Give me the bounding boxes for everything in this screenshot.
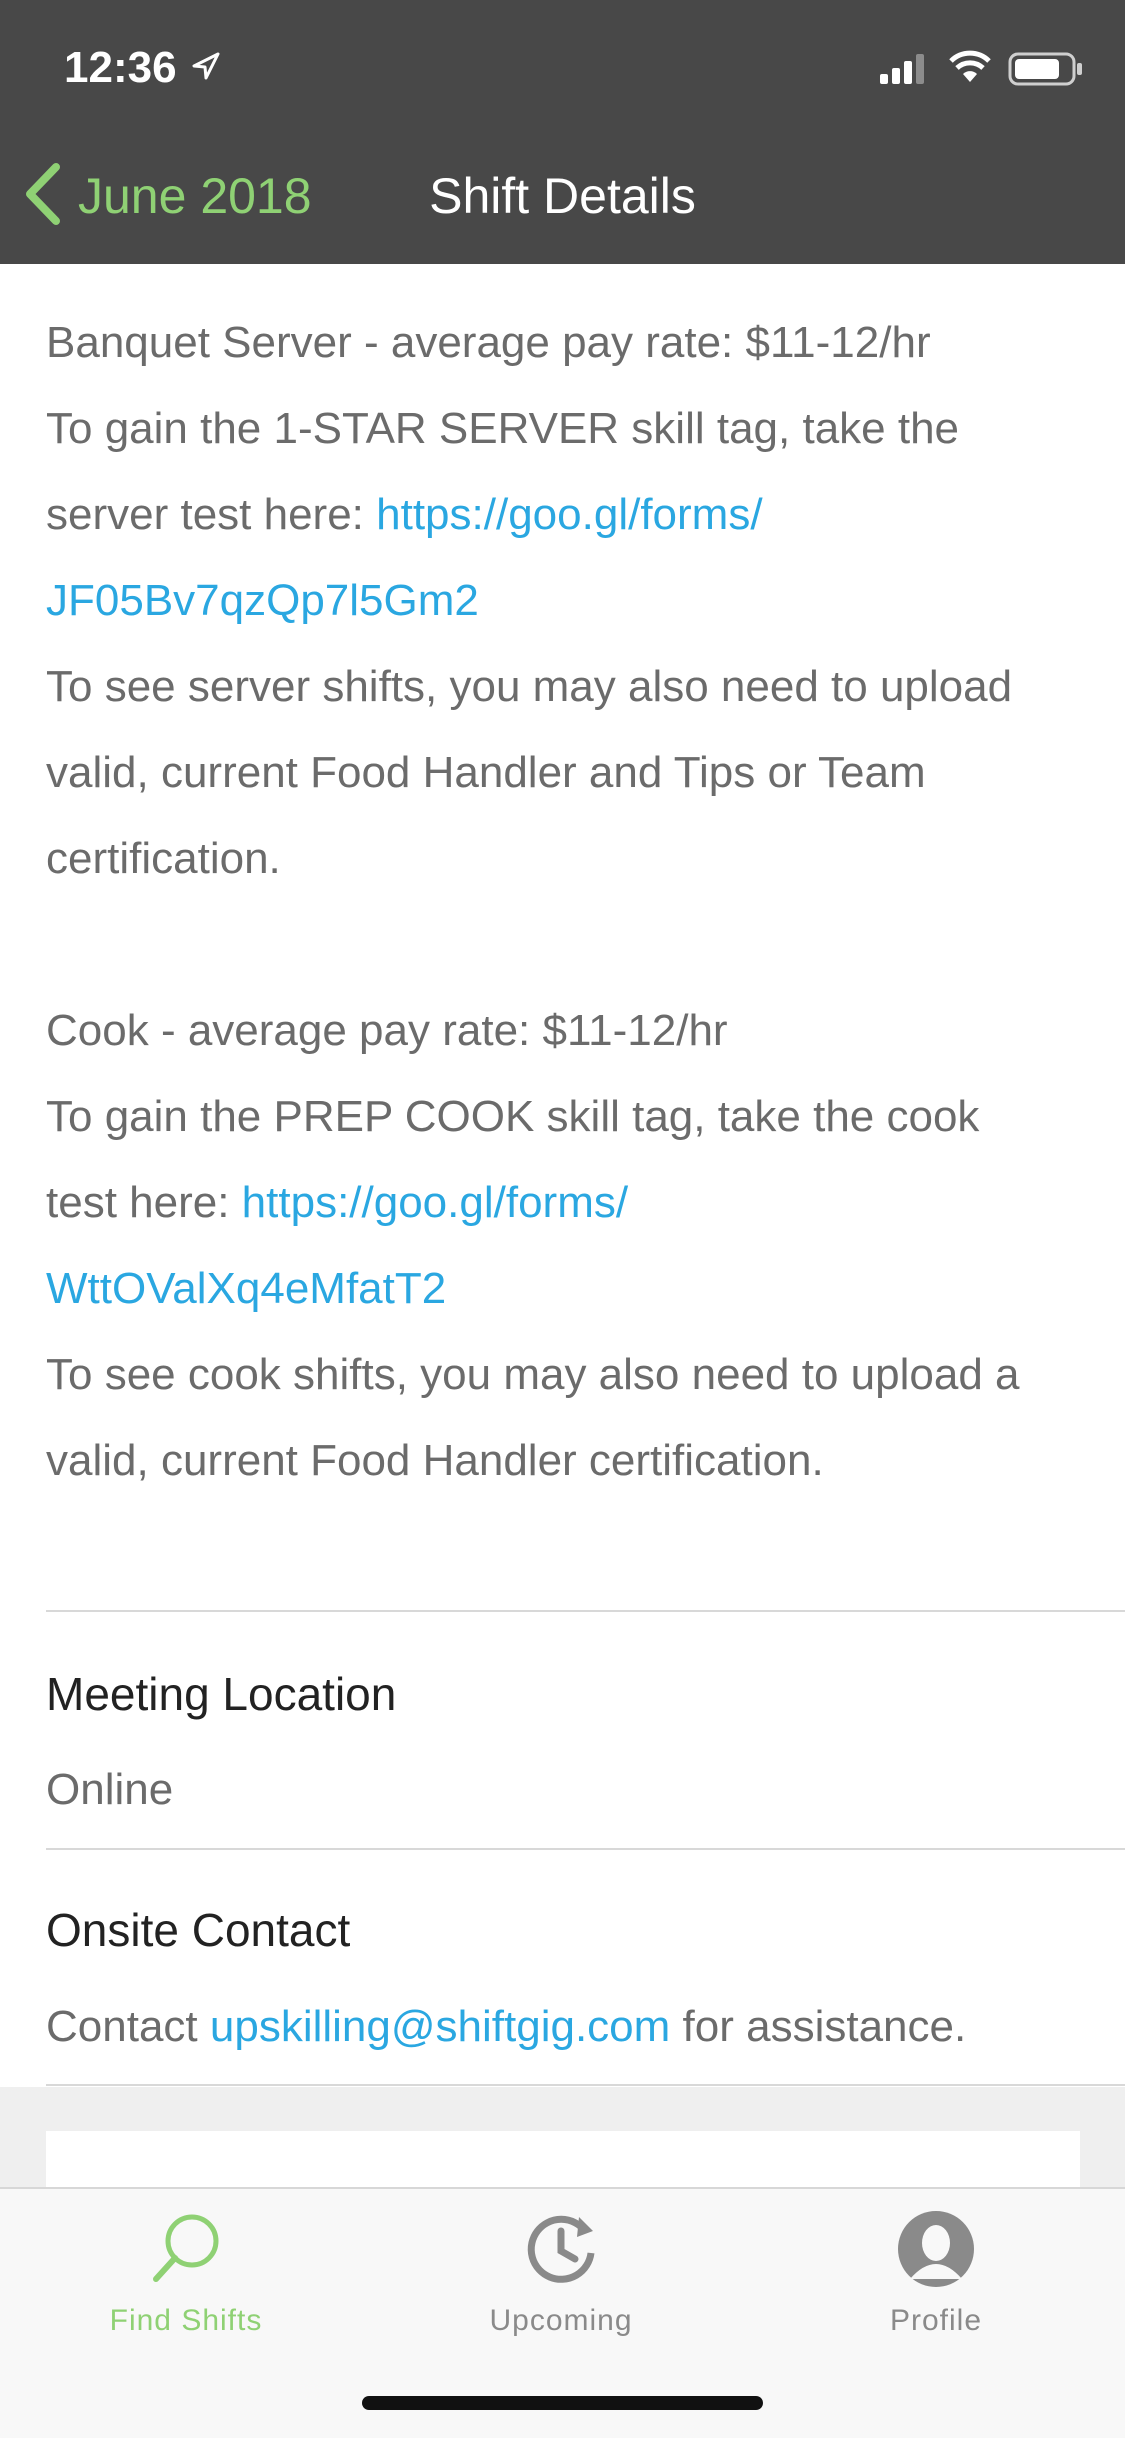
description-line: WttOValXq4eMfatT2 (46, 1246, 1086, 1332)
search-icon (146, 2214, 226, 2293)
description-text: certification. (46, 834, 281, 883)
description-line: To see cook shifts, you may also need to… (46, 1332, 1086, 1418)
divider (46, 2084, 1125, 2086)
description-text: To see cook shifts, you may also need to… (46, 1350, 1020, 1399)
description-text: server test here: (46, 490, 377, 539)
description-text: Cook - average pay rate: $11-12/hr (46, 1006, 728, 1055)
description-line: To see server shifts, you may also need … (46, 644, 1086, 730)
page-title: Shift Details (429, 168, 696, 224)
divider (46, 1848, 1125, 1850)
description-link[interactable]: https://goo.gl/forms/ (376, 490, 762, 539)
wifi-icon (948, 50, 992, 89)
description-text: valid, current Food Handler certificatio… (46, 1436, 824, 1485)
description-text: To see server shifts, you may also need … (46, 662, 1013, 711)
description-link[interactable]: JF05Bv7qzQp7l5Gm2 (46, 576, 479, 625)
description-text: Banquet Server - average pay rate: $11-1… (46, 318, 931, 367)
description-line: Cook - average pay rate: $11-12/hr (46, 988, 1086, 1074)
description-line: certification. (46, 816, 1086, 902)
onsite-contact-title: Onsite Contact (46, 1904, 351, 1956)
header-bar: 12:36 June 2018 Shift Details (0, 0, 1125, 264)
shift-description: Banquet Server - average pay rate: $11-1… (46, 300, 1086, 1504)
description-line: test here: https://goo.gl/forms/ (46, 1160, 1086, 1246)
tab-profile[interactable]: Profile (806, 2209, 1066, 2338)
home-indicator (362, 2396, 763, 2410)
status-time: 12:36 (64, 43, 177, 92)
description-text: To gain the 1-STAR SERVER skill tag, tak… (46, 404, 960, 453)
description-text: valid, current Food Handler and Tips or … (46, 748, 926, 797)
tab-label: Upcoming (489, 2304, 633, 2337)
contact-email-link[interactable]: upskilling@shiftgig.com (210, 2002, 670, 2051)
meeting-location-title: Meeting Location (46, 1668, 397, 1720)
clock-history-icon (521, 2215, 601, 2293)
description-text: To gain the PREP COOK skill tag, take th… (46, 1092, 980, 1141)
description-line: valid, current Food Handler and Tips or … (46, 730, 1086, 816)
description-link[interactable]: https://goo.gl/forms/ (242, 1178, 628, 1227)
tab-label: Find Shifts (109, 2304, 263, 2337)
contact-prefix: Contact (46, 2002, 210, 2051)
profile-icon (896, 2211, 976, 2293)
contact-suffix: for assistance. (670, 2002, 967, 2051)
tab-find-shifts[interactable]: Find Shifts (56, 2209, 316, 2338)
tab-label: Profile (889, 2304, 983, 2337)
next-card (46, 2131, 1080, 2191)
description-text: test here: (46, 1178, 242, 1227)
cellular-signal-icon (880, 52, 930, 89)
location-arrow-icon (190, 52, 220, 87)
onsite-contact-text: Contact upskilling@shiftgig.com for assi… (46, 1997, 966, 2057)
description-line: To gain the PREP COOK skill tag, take th… (46, 1074, 1086, 1160)
description-line: To gain the 1-STAR SERVER skill tag, tak… (46, 386, 1086, 472)
divider (46, 1610, 1125, 1612)
description-line: valid, current Food Handler certificatio… (46, 1418, 1086, 1504)
description-line: server test here: https://goo.gl/forms/ (46, 472, 1086, 558)
description-line: JF05Bv7qzQp7l5Gm2 (46, 558, 1086, 644)
description-link[interactable]: WttOValXq4eMfatT2 (46, 1264, 446, 1313)
tab-upcoming[interactable]: Upcoming (431, 2209, 691, 2338)
description-line: Banquet Server - average pay rate: $11-1… (46, 300, 1086, 386)
meeting-location-value: Online (46, 1765, 174, 1814)
battery-icon (1008, 52, 1084, 91)
